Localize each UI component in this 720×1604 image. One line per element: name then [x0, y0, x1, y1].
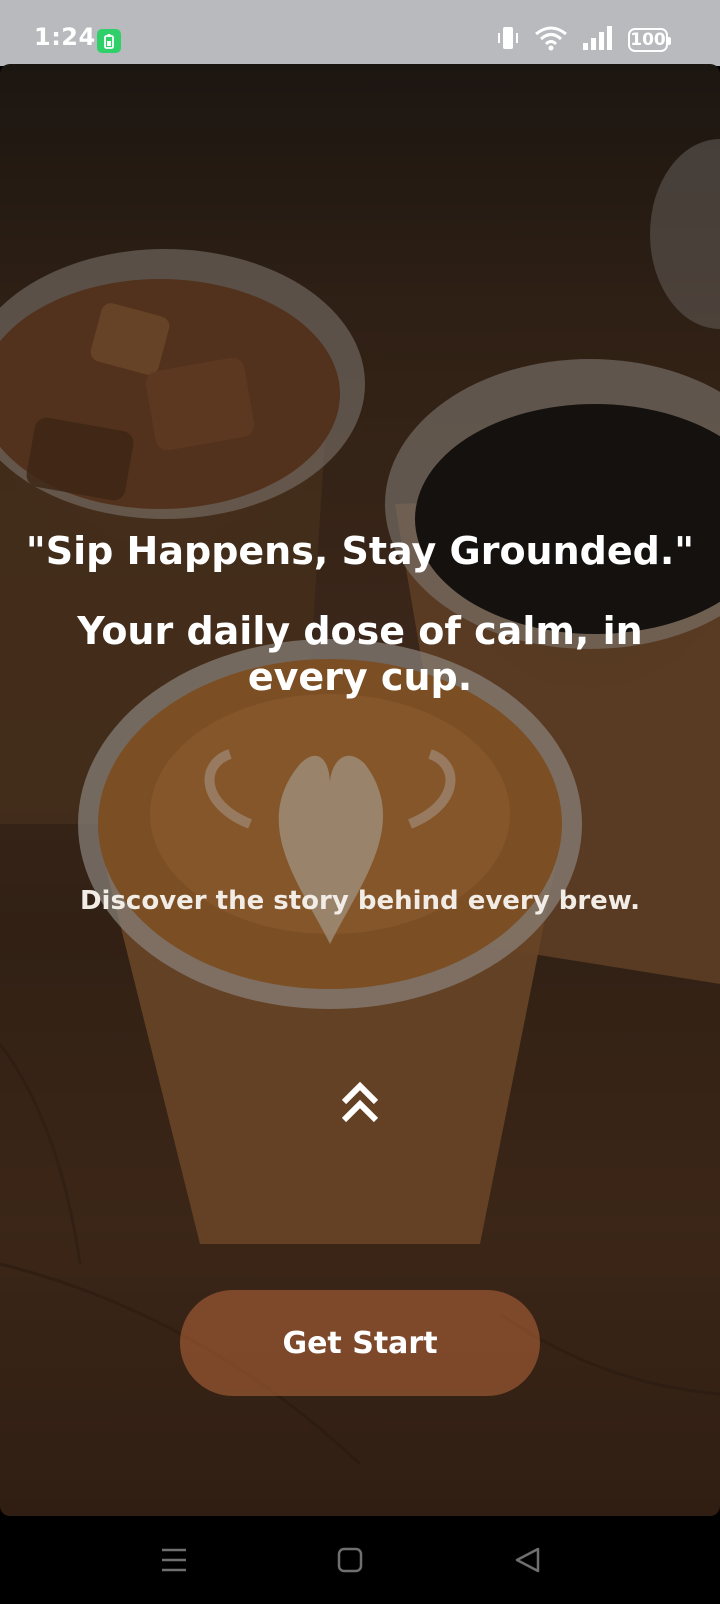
signal-icon [582, 25, 614, 56]
hero-quote: "Sip Happens, Stay Grounded." [25, 529, 695, 573]
status-bar: 1:24 100 [0, 0, 720, 66]
battery-saver-icon [97, 29, 121, 53]
navigation-bar [0, 1516, 720, 1604]
menu-icon[interactable] [158, 1544, 190, 1576]
vibrate-icon [496, 25, 520, 56]
home-icon[interactable] [334, 1544, 366, 1576]
double-chevron-up-icon[interactable] [340, 1080, 380, 1128]
wifi-icon [534, 25, 568, 56]
status-time: 1:24 [34, 23, 96, 51]
get-start-button[interactable]: Get Start [180, 1290, 540, 1396]
hero-tagline: Your daily dose of calm, in every cup. [77, 609, 643, 699]
battery-icon: 100 [628, 28, 671, 52]
status-icons: 100 [496, 25, 671, 56]
hero-subtitle: Discover the story behind every brew. [79, 886, 641, 916]
hero-background: "Sip Happens, Stay Grounded." Your daily… [0, 64, 720, 1516]
back-icon[interactable] [512, 1544, 544, 1576]
